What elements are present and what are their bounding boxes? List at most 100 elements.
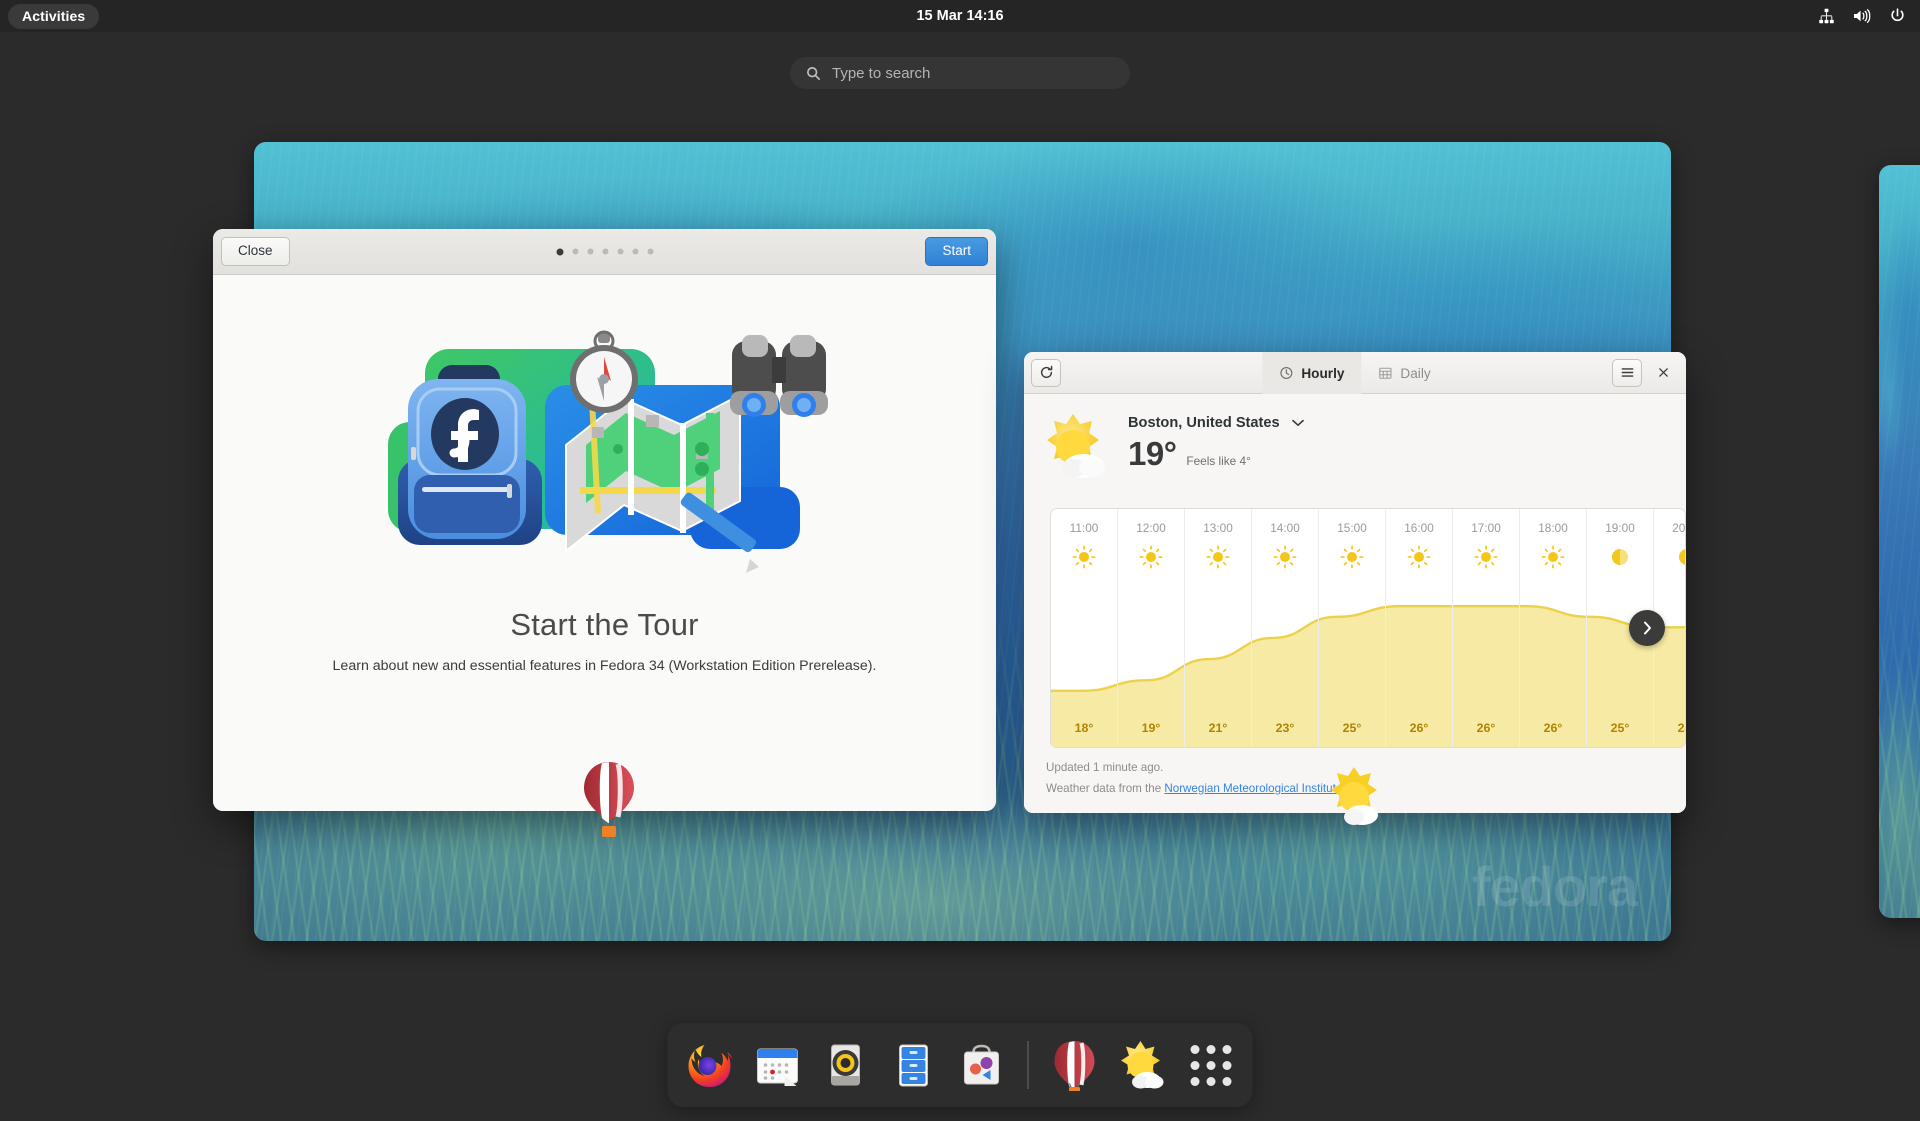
- refresh-icon[interactable]: [1031, 358, 1061, 387]
- hour-time-label: 16:00: [1404, 521, 1434, 535]
- dock-item-software[interactable]: [954, 1037, 1010, 1093]
- hour-temperature-label: 21°: [1208, 721, 1228, 735]
- moon-icon: [1675, 545, 1685, 569]
- weather-temperature-row: 19° Feels like 4°: [1128, 435, 1304, 473]
- tour-subtitle: Learn about new and essential features i…: [332, 658, 877, 674]
- sun-icon: [1340, 545, 1364, 569]
- hourly-scroll-area[interactable]: 11:00 18° 12:00 19° 13:00 21° 14:00 23° 15:00 25°…: [1051, 509, 1685, 747]
- dock-item-rhythmbox[interactable]: [818, 1037, 874, 1093]
- tour-illustration: [387, 330, 828, 573]
- hour-temperature-label: 24°: [1677, 721, 1685, 735]
- hour-time-label: 17:00: [1471, 521, 1501, 535]
- hour-column: 16:00 26°: [1386, 509, 1453, 747]
- dock[interactable]: [667, 1023, 1253, 1107]
- close-icon[interactable]: [1648, 359, 1678, 387]
- hour-temperature-label: 23°: [1275, 721, 1295, 735]
- hot-air-balloon-icon-overlay: [584, 762, 634, 837]
- status-area[interactable]: [1818, 8, 1906, 25]
- hour-column: 15:00 25°: [1319, 509, 1386, 747]
- power-icon[interactable]: [1889, 8, 1906, 25]
- hour-temperature-label: 25°: [1610, 721, 1630, 735]
- hour-temperature-label: 26°: [1476, 721, 1496, 735]
- search-input[interactable]: Type to search: [790, 57, 1130, 89]
- network-wired-icon[interactable]: [1818, 8, 1835, 25]
- attribution-link[interactable]: Norwegian Meteorological Institute: [1164, 782, 1342, 795]
- hour-column: 17:00 26°: [1453, 509, 1520, 747]
- chevron-down-icon[interactable]: [1291, 414, 1304, 432]
- search-placeholder: Type to search: [832, 64, 931, 82]
- close-button[interactable]: Close: [221, 237, 290, 266]
- tour-page-indicator: [556, 248, 653, 255]
- weather-view-tabs[interactable]: Hourly Daily: [1262, 352, 1447, 394]
- page-dot-4[interactable]: [602, 248, 608, 255]
- sun-icon: [1474, 545, 1498, 569]
- hot-air-balloon-icon: [1054, 1041, 1095, 1091]
- hour-time-label: 13:00: [1203, 521, 1233, 535]
- wallpaper: [1879, 165, 1920, 918]
- hour-column: 12:00 19°: [1118, 509, 1185, 747]
- weather-feels-like: Feels like 4°: [1186, 454, 1251, 468]
- files-cabinet-icon: [899, 1044, 928, 1087]
- wallpaper-watermark: fedora: [1471, 855, 1638, 918]
- start-button[interactable]: Start: [925, 237, 988, 266]
- activities-button[interactable]: Activities: [8, 3, 100, 29]
- sun-icon: [1273, 545, 1297, 569]
- hour-column: 11:00 18°: [1051, 509, 1118, 747]
- hour-time-label: 19:00: [1605, 521, 1635, 535]
- tab-hourly[interactable]: Hourly: [1262, 352, 1362, 394]
- page-dot-2[interactable]: [572, 248, 578, 255]
- attribution-prefix: Weather data from the: [1046, 781, 1165, 795]
- dock-item-calendar[interactable]: [750, 1037, 806, 1093]
- search-icon: [806, 66, 821, 81]
- rhythmbox-icon: [831, 1044, 860, 1086]
- hour-temperature-label: 25°: [1342, 721, 1362, 735]
- hour-column: 14:00 23°: [1252, 509, 1319, 747]
- page-dot-1[interactable]: [556, 248, 563, 255]
- sun-icon: [1072, 545, 1096, 569]
- hour-time-label: 14:00: [1270, 521, 1300, 535]
- page-dot-3[interactable]: [587, 248, 593, 255]
- clock-icon: [1279, 366, 1293, 380]
- hour-temperature-label: 26°: [1543, 721, 1563, 735]
- tab-daily[interactable]: Daily: [1361, 352, 1447, 394]
- tour-body: Start the Tour Learn about new and essen…: [213, 275, 996, 811]
- dock-separator: [1027, 1041, 1029, 1089]
- page-dot-6[interactable]: [632, 248, 638, 255]
- hour-column: 13:00 21°: [1185, 509, 1252, 747]
- moon-icon: [1608, 545, 1632, 569]
- volume-icon[interactable]: [1853, 8, 1871, 25]
- hour-temperature-label: 26°: [1409, 721, 1429, 735]
- tour-window[interactable]: Close Start Start the Tour Learn about n…: [213, 229, 996, 811]
- weather-current-conditions: Boston, United States 19° Feels like 4°: [1024, 394, 1686, 490]
- weather-header-buttons[interactable]: [1612, 358, 1678, 387]
- dock-item-tour[interactable]: [1047, 1037, 1103, 1093]
- tab-daily-label: Daily: [1400, 365, 1431, 381]
- weather-window[interactable]: Hourly Daily Boston, United States 19° F…: [1024, 352, 1686, 813]
- weather-headerbar: Hourly Daily: [1024, 352, 1686, 394]
- weather-body: Boston, United States 19° Feels like 4°: [1024, 394, 1686, 813]
- dock-item-firefox[interactable]: [682, 1037, 738, 1093]
- hourly-columns: 11:00 18° 12:00 19° 13:00 21° 14:00 23° 15:00 25°…: [1051, 509, 1685, 747]
- dock-item-show-apps[interactable]: [1183, 1037, 1239, 1093]
- sun-icon: [1206, 545, 1230, 569]
- calendar-grid-icon: [1378, 366, 1392, 380]
- weather-location-row[interactable]: Boston, United States: [1128, 414, 1304, 432]
- dock-item-weather[interactable]: [1115, 1037, 1171, 1093]
- hour-time-label: 11:00: [1069, 521, 1099, 535]
- tab-hourly-label: Hourly: [1301, 365, 1345, 381]
- sun-cloud-icon: [1121, 1041, 1164, 1089]
- page-dot-7[interactable]: [647, 248, 653, 255]
- page-dot-5[interactable]: [617, 248, 623, 255]
- hourly-forecast-card[interactable]: 11:00 18° 12:00 19° 13:00 21° 14:00 23° 15:00 25°…: [1050, 508, 1686, 748]
- hour-temperature-label: 18°: [1074, 721, 1094, 735]
- hour-time-label: 12:00: [1136, 521, 1166, 535]
- sun-icon: [1407, 545, 1431, 569]
- dock-item-files[interactable]: [886, 1037, 942, 1093]
- next-hours-button[interactable]: [1629, 610, 1665, 646]
- app-grid-icon: [1190, 1044, 1231, 1086]
- workspace-preview-next[interactable]: [1879, 165, 1920, 918]
- clock-datetime[interactable]: 15 Mar 14:16: [916, 8, 1003, 24]
- tour-title: Start the Tour: [510, 607, 699, 642]
- hamburger-menu-icon[interactable]: [1612, 358, 1642, 387]
- calendar-icon: [757, 1048, 798, 1086]
